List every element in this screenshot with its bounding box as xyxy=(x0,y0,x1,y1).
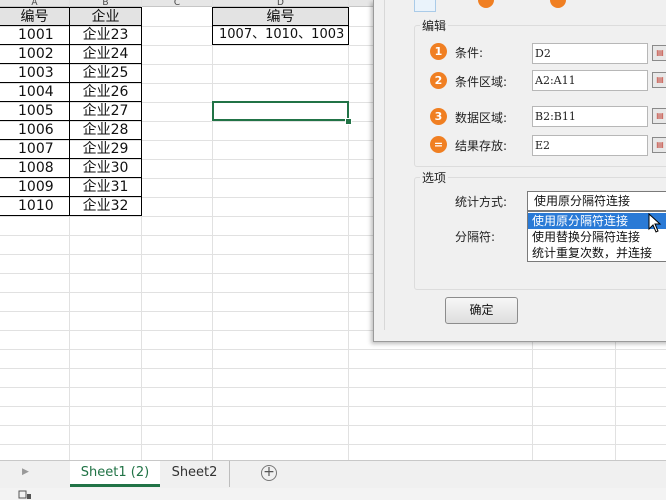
range-picker-icon[interactable]: ▤ xyxy=(652,45,666,61)
tab-scroll-arrow-icon[interactable]: ▶ xyxy=(22,467,29,477)
method-label: 统计方式: xyxy=(455,195,508,209)
header-cell-company[interactable]: 企业 xyxy=(69,7,142,26)
column-header-c[interactable]: C xyxy=(142,0,213,7)
selected-cell[interactable] xyxy=(212,101,349,121)
id-cell[interactable]: 1009 xyxy=(0,178,70,197)
result-header-cell[interactable]: 编号 xyxy=(212,7,349,26)
company-cell[interactable]: 企业25 xyxy=(69,64,142,83)
badge-3: 3 xyxy=(430,108,447,125)
header-cell-id[interactable]: 编号 xyxy=(0,7,70,26)
range-picker-icon[interactable]: ▤ xyxy=(652,137,666,153)
id-cell[interactable]: 1007 xyxy=(0,140,70,159)
add-sheet-button[interactable]: + xyxy=(261,465,277,481)
method-option-replace[interactable]: 使用替换分隔符连接 xyxy=(528,229,666,245)
edit-section-title: 编辑 xyxy=(420,17,449,34)
id-cell[interactable]: 1004 xyxy=(0,83,70,102)
method-select[interactable]: 使用原分隔符连接 xyxy=(527,191,666,211)
options-section-title: 选项 xyxy=(420,169,449,186)
tab-sheet1-2[interactable]: Sheet1 (2) xyxy=(70,461,160,487)
ok-button[interactable]: 确定 xyxy=(445,297,518,324)
sheet-tab-bar: ▶ Sheet1 (2) Sheet2 + xyxy=(0,460,666,488)
company-cell[interactable]: 企业27 xyxy=(69,102,142,121)
data-range-input[interactable]: B2:B11 xyxy=(532,106,648,127)
macro-record-icon[interactable] xyxy=(18,490,32,500)
method-dropdown-list: 使用原分隔符连接 使用替换分隔符连接 统计重复次数，并连接 xyxy=(527,211,666,262)
column-header-a[interactable]: A xyxy=(0,0,70,7)
condition-input[interactable]: D2 xyxy=(532,43,648,64)
company-cell[interactable]: 企业23 xyxy=(69,26,142,45)
company-cell[interactable]: 企业31 xyxy=(69,178,142,197)
result-value-cell[interactable]: 1007、1010、1003 xyxy=(212,26,349,45)
badge-2: 2 xyxy=(430,72,447,89)
status-bar xyxy=(0,488,666,500)
badge-1: 1 xyxy=(430,43,447,60)
range-picker-icon[interactable]: ▤ xyxy=(652,108,666,124)
method-option-original[interactable]: 使用原分隔符连接 xyxy=(528,213,666,229)
company-cell[interactable]: 企业30 xyxy=(69,159,142,178)
id-cell[interactable]: 1005 xyxy=(0,102,70,121)
condition-label: 条件: xyxy=(455,46,484,60)
company-cell[interactable]: 企业24 xyxy=(69,45,142,64)
condition-range-label: 条件区域: xyxy=(455,75,508,89)
condition-range-input[interactable]: A2:A11 xyxy=(532,70,648,91)
company-cell[interactable]: 企业32 xyxy=(69,197,142,216)
range-picker-icon[interactable]: ▤ xyxy=(652,72,666,88)
method-option-count[interactable]: 统计重复次数，并连接 xyxy=(528,245,666,261)
result-location-input[interactable]: E2 xyxy=(532,135,648,156)
mouse-cursor-icon xyxy=(648,213,662,233)
id-cell[interactable]: 1001 xyxy=(0,26,70,45)
company-cell[interactable]: 企业28 xyxy=(69,121,142,140)
id-cell[interactable]: 1003 xyxy=(0,64,70,83)
column-header-b[interactable]: B xyxy=(70,0,142,7)
id-cell[interactable]: 1010 xyxy=(0,197,70,216)
data-range-label: 数据区域: xyxy=(455,111,508,125)
company-cell[interactable]: 企业26 xyxy=(69,83,142,102)
fill-handle[interactable] xyxy=(345,118,352,125)
id-cell[interactable]: 1002 xyxy=(0,45,70,64)
result-location-label: 结果存放: xyxy=(455,139,508,153)
id-cell[interactable]: 1006 xyxy=(0,121,70,140)
separator-label: 分隔符: xyxy=(455,230,496,244)
badge-equals: = xyxy=(430,136,447,153)
dialog-step-tab[interactable] xyxy=(414,0,436,12)
company-cell[interactable]: 企业29 xyxy=(69,140,142,159)
column-header-d[interactable]: D xyxy=(213,0,349,7)
id-cell[interactable]: 1008 xyxy=(0,159,70,178)
tab-sheet2[interactable]: Sheet2 xyxy=(160,461,230,487)
